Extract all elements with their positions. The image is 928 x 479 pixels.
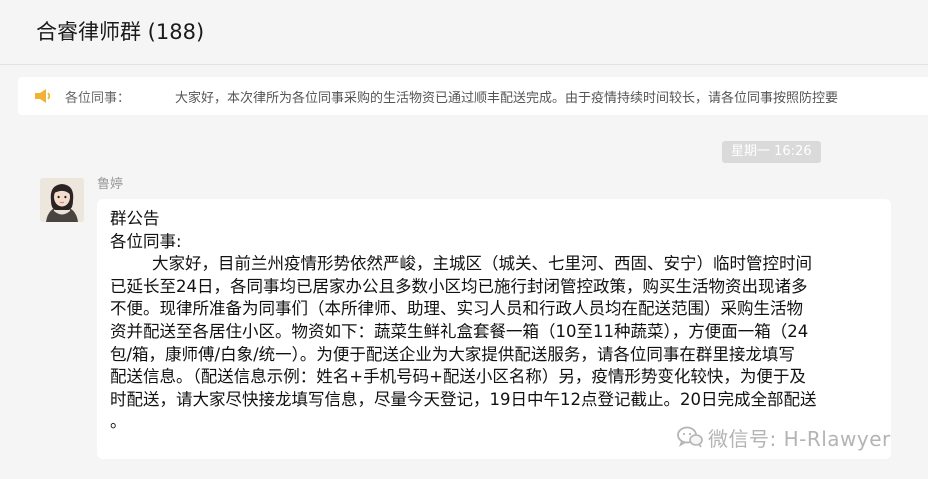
message-line: 各位同事: [110,231,182,251]
watermark-text: 微信号: H-Rlawyer [708,426,891,451]
wechat-search-icon [677,426,703,448]
message-line: 时配送，请大家尽快接龙填写信息，尽量今天登记，19日中午12点登记截止。20日完… [110,389,817,409]
avatar[interactable] [40,178,84,222]
group-title[interactable]: 合睿律师群 (188) [36,16,204,46]
message-line: 。 [110,412,127,432]
message-bubble[interactable]: 群公告 各位同事: 大家好，目前兰州疫情形势依然严峻，主城区（城关、七里河、西固… [97,199,891,459]
sender-name: 鲁婷 [97,177,124,192]
message-line: 群公告 [110,209,160,228]
message-text: 群公告 各位同事: 大家好，目前兰州疫情形势依然严峻，主城区（城关、七里河、西固… [110,208,884,434]
message-line: 资并配送至各居住小区。物资如下：蔬菜生鲜礼盒套餐一箱（10至11种蔬菜），方便面… [110,321,809,341]
notice-label: 各位同事： [65,91,131,106]
message-line: 不便。现律所准备为同事们（本所律师、助理、实习人员和行政人员均在配送范围）采购生… [110,299,803,319]
chat-window: 合睿律师群 (188) 各位同事： 大家好，本次律所为各位同事采购的生活物资已通… [0,0,928,479]
message-timestamp: 星期一 16:26 [722,141,821,163]
message-line: 包/箱，康师傅/白象/统一）。为便于配送企业为大家提供配送服务，请各位同事在群里… [110,344,795,364]
message-line: 大家好，目前兰州疫情形势依然严峻，主城区（城关、七里河、西固、安宁）临时管控时间 [110,254,812,274]
group-notice-bar[interactable]: 各位同事： 大家好，本次律所为各位同事采购的生活物资已通过顺丰配送完成。由于疫情… [18,77,928,115]
message-line: 配送信息。（配送信息示例：姓名+手机号码+配送小区名称）另，疫情形势变化较快，为… [110,367,806,387]
chat-header: 合睿律师群 (188) [0,0,928,65]
notice-text: 大家好，本次律所为各位同事采购的生活物资已通过顺丰配送完成。由于疫情持续时间较长… [175,91,839,106]
megaphone-icon [35,89,51,103]
wechat-watermark: 微信号: H-Rlawyer [676,423,891,451]
message-line: 已延长至24日，各同事均已居家办公且多数小区均已施行封闭管控政策，购买生活物资出… [110,276,808,296]
